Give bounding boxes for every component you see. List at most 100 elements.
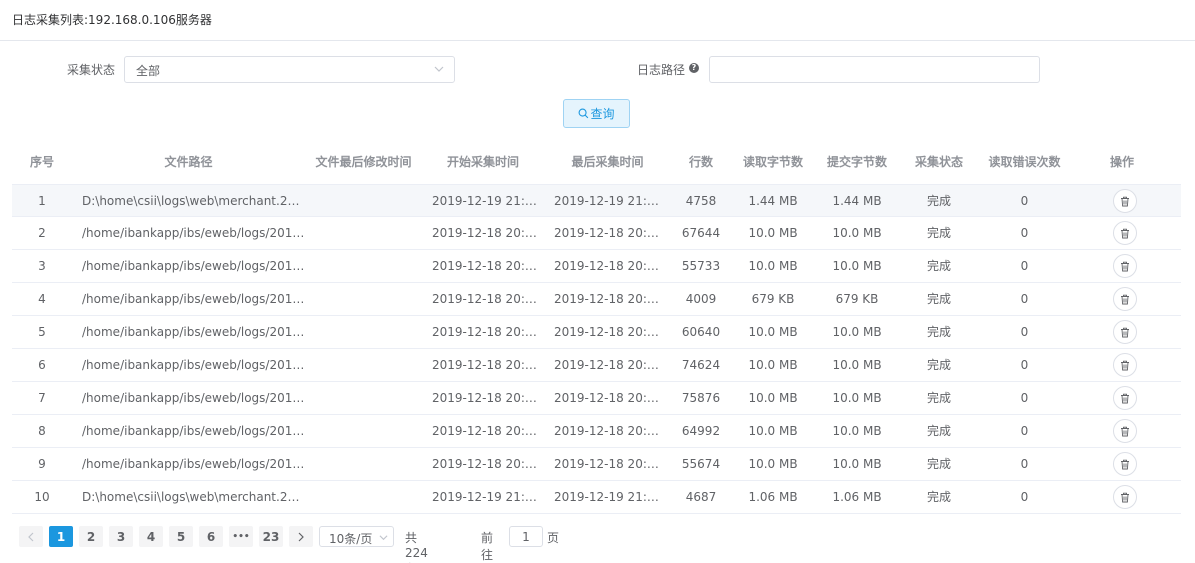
page-size-value: 10条/页: [329, 532, 373, 546]
page-button-5[interactable]: 5: [169, 526, 193, 547]
prev-page-button[interactable]: [19, 526, 43, 547]
trash-icon: [1121, 393, 1129, 403]
cell-read-bytes: 1.44 MB: [748, 194, 798, 208]
cell-index: 4: [38, 292, 46, 306]
cell-read-bytes: 10.0 MB: [748, 457, 798, 471]
cell-path: /home/ibankapp/ibs/eweb/logs/2019-1...: [82, 259, 306, 273]
cell-errors: 0: [1020, 194, 1029, 208]
delete-button[interactable]: [1113, 419, 1137, 443]
cell-submit-bytes: 1.44 MB: [832, 194, 882, 208]
cell-lines: 60640: [681, 325, 721, 339]
cell-errors: 0: [1020, 226, 1029, 240]
query-button-label: 查询: [590, 107, 615, 121]
table-row: 9/home/ibankapp/ibs/eweb/logs/2019-1... 2…: [12, 448, 1181, 481]
search-icon: [579, 108, 589, 119]
page-button-last[interactable]: 23: [259, 526, 283, 547]
table-body: 1 D:\home\csii\logs\web\merchant.2019... 2…: [12, 184, 1181, 514]
trash-icon: [1121, 426, 1129, 436]
page-button-6[interactable]: 6: [199, 526, 223, 547]
trash-icon: [1121, 261, 1129, 271]
cell-path: /home/ibankapp/ibs/eweb/logs/2019-1...: [82, 424, 306, 438]
cell-submit-bytes: 10.0 MB: [832, 358, 882, 372]
cell-last-time: 2019-12-18 20:4...: [554, 358, 664, 372]
goto-page-input[interactable]: [509, 526, 543, 547]
page-button-3[interactable]: 3: [109, 526, 133, 547]
page-button-2[interactable]: 2: [79, 526, 103, 547]
status-filter-label: 采集状态: [67, 63, 116, 77]
cell-start-time: 2019-12-18 20:4...: [432, 226, 542, 240]
cell-submit-bytes: 10.0 MB: [832, 457, 882, 471]
more-pages-button[interactable]: •••: [229, 526, 253, 547]
cell-index: 1: [38, 194, 46, 208]
cell-last-time: 2019-12-18 20:4...: [554, 325, 664, 339]
delete-button[interactable]: [1113, 221, 1137, 245]
cell-last-time: 2019-12-19 21:0...: [554, 490, 664, 504]
cell-errors: 0: [1020, 292, 1029, 306]
cell-index: 3: [38, 259, 46, 273]
cell-modified: [305, 448, 422, 480]
cell-start-time: 2019-12-18 20:4...: [432, 424, 542, 438]
cell-lines: 4009: [685, 292, 717, 306]
cell-lines: 64992: [681, 424, 721, 438]
table-row: 4/home/ibankapp/ibs/eweb/logs/2019-1... 2…: [12, 283, 1181, 316]
delete-button[interactable]: [1113, 189, 1137, 213]
table-row: 6/home/ibankapp/ibs/eweb/logs/2019-1... 2…: [12, 349, 1181, 382]
cell-modified: [305, 349, 422, 381]
delete-button[interactable]: [1113, 386, 1137, 410]
col-submit: 提交字节数: [826, 155, 887, 169]
delete-button[interactable]: [1113, 485, 1137, 509]
cell-index: 9: [38, 457, 46, 471]
delete-button[interactable]: [1113, 353, 1137, 377]
status-select[interactable]: 全部: [124, 56, 455, 83]
cell-errors: 0: [1020, 391, 1029, 405]
cell-errors: 0: [1020, 424, 1029, 438]
path-input[interactable]: [709, 56, 1040, 83]
query-button[interactable]: 查询: [563, 99, 630, 128]
cell-path: D:\home\csii\logs\web\merchant.2019...: [82, 194, 306, 208]
col-path: 文件路径: [164, 155, 213, 169]
chevron-right-icon: [298, 532, 304, 541]
cell-submit-bytes: 10.0 MB: [832, 424, 882, 438]
page-size-select[interactable]: 10条/页: [319, 526, 394, 547]
next-page-button[interactable]: [289, 526, 313, 547]
trash-icon: [1121, 459, 1129, 469]
trash-icon: [1121, 294, 1129, 304]
question-icon[interactable]: ?: [689, 63, 699, 73]
cell-errors: 0: [1020, 490, 1029, 504]
cell-index: 5: [38, 325, 46, 339]
cell-read-bytes: 10.0 MB: [748, 226, 798, 240]
cell-start-time: 2019-12-18 20:4...: [432, 457, 542, 471]
chevron-down-icon: [379, 535, 388, 541]
delete-button[interactable]: [1113, 254, 1137, 278]
goto-label: 前往: [481, 531, 494, 562]
cell-errors: 0: [1020, 325, 1029, 339]
delete-button[interactable]: [1113, 320, 1137, 344]
cell-status: 完成: [926, 424, 951, 438]
col-modified: 文件最后修改时间: [315, 155, 412, 169]
cell-status: 完成: [926, 490, 951, 504]
col-last: 最后采集时间: [571, 155, 644, 169]
cell-read-bytes: 10.0 MB: [748, 259, 798, 273]
page-header: 日志采集列表:192.168.0.106服务器: [0, 0, 1195, 41]
cell-lines: 55733: [681, 259, 721, 273]
delete-button[interactable]: [1113, 287, 1137, 311]
cell-status: 完成: [926, 358, 951, 372]
table-header: 序号 文件路径 文件最后修改时间 开始采集时间 最后采集时间 行数 读取字节数 …: [12, 140, 1181, 184]
page-button-1[interactable]: 1: [49, 526, 73, 547]
cell-status: 完成: [926, 325, 951, 339]
cell-submit-bytes: 10.0 MB: [832, 226, 882, 240]
col-errors: 读取错误次数: [988, 155, 1061, 169]
delete-button[interactable]: [1113, 452, 1137, 476]
trash-icon: [1121, 196, 1129, 206]
cell-last-time: 2019-12-18 20:4...: [554, 424, 664, 438]
path-filter-label: 日志路径: [637, 63, 686, 77]
chevron-left-icon: [28, 532, 34, 541]
page-button-4[interactable]: 4: [139, 526, 163, 547]
cell-start-time: 2019-12-18 20:4...: [432, 391, 542, 405]
table-row: 7/home/ibankapp/ibs/eweb/logs/2019-1... 2…: [12, 382, 1181, 415]
table-row: 2/home/ibankapp/ibs/eweb/logs/2019-1... 2…: [12, 217, 1181, 250]
col-action: 操作: [1109, 155, 1134, 169]
cell-index: 2: [38, 226, 46, 240]
cell-read-bytes: 1.06 MB: [748, 490, 798, 504]
cell-last-time: 2019-12-18 20:4...: [554, 457, 664, 471]
